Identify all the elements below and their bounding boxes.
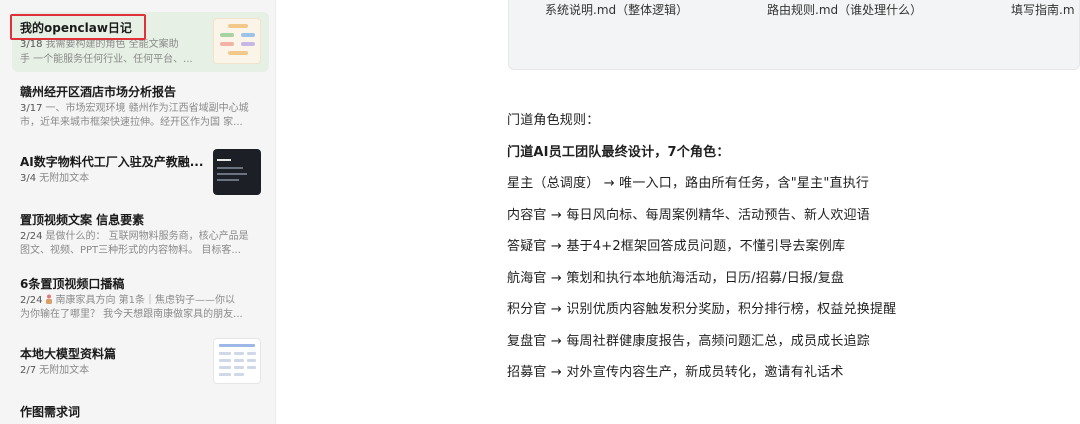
- paragraph-role-recruit: 招募官 → 对外宣传内容生产，新成员转化，邀请有礼话术: [507, 365, 844, 380]
- note-date: 3/18: [20, 39, 43, 50]
- paragraph-role-xingzhu: 星主（总调度） → 唯一入口，路由所有任务，含"星主"直执行: [507, 176, 870, 191]
- note-editor: 系统说明.md（整体逻辑） 路由规则.md（谁处理什么） 填写指南.m 门道角色…: [276, 0, 1080, 424]
- attachment-guide-doc[interactable]: 填写指南.m: [1011, 1, 1075, 18]
- note-snippet: 3/4 无附加文本: [20, 171, 205, 186]
- table-thumbnail: [213, 338, 261, 384]
- note-snippet: 3/17 一、市场宏观环境 赣州作为江西省域副中心城: [20, 101, 265, 116]
- note-item-pinned-video-copy[interactable]: 置顶视频文案 信息要素 2/24 是做什么的： 互联网物料服务商，核心产品是 图文…: [12, 204, 269, 262]
- note-item-local-llm-resources[interactable]: 本地大模型资料篇 2/7 无附加文本: [12, 332, 269, 392]
- note-date: 2/24: [20, 295, 43, 306]
- note-title: 赣州经开区酒店市场分析报告: [20, 85, 177, 99]
- note-title: 置顶视频文案 信息要素: [20, 213, 145, 227]
- dark-slide-thumbnail: [213, 149, 261, 195]
- notes-app: 我的openclaw日记 3/18 我需要构建的角色 全能文案助 手 一个能服务任…: [0, 0, 1080, 424]
- note-snippet-line2: 市，近年来城市框架快速拉伸。经开区作为国 家...: [20, 117, 243, 128]
- note-item-six-video-scripts[interactable]: 6条置顶视频口播稿 2/24 南康家具方向 第1条｜焦虑钩子——你以 为你输在了哪…: [12, 268, 269, 326]
- paragraph-role-voyage: 航海官 → 策划和执行本地航海活动，日历/招募/日报/复盘: [507, 271, 845, 286]
- note-item-ai-digital-factory[interactable]: AI数字物料代工厂入驻及产教融... 3/4 无附加文本: [12, 140, 269, 202]
- note-item-image-prompts[interactable]: 作图需求词: [12, 396, 269, 424]
- note-snippet: 2/7 无附加文本: [20, 363, 205, 378]
- note-snippet-line2: 图文、视频、PPT三种形式的内容物料。 目标客...: [20, 245, 241, 256]
- note-snippet-text: 我需要构建的角色 全能文案助: [45, 39, 179, 50]
- paragraph-role-review: 复盘官 → 每周社群健康度报告，高频问题汇总，成员成长追踪: [507, 334, 870, 349]
- paragraph-role-points: 积分官 → 识别优质内容触发积分奖励，积分排行榜，权益兑换提醒: [507, 302, 897, 317]
- notes-sidebar: 我的openclaw日记 3/18 我需要构建的角色 全能文案助 手 一个能服务任…: [0, 0, 276, 424]
- note-date: 3/17: [20, 103, 43, 114]
- note-snippet-text: 无附加文本: [39, 365, 90, 376]
- attachment-system-doc[interactable]: 系统说明.md（整体逻辑）: [545, 1, 688, 18]
- note-snippet: 2/24 是做什么的： 互联网物料服务商，核心产品是: [20, 229, 265, 244]
- paragraph-role-content: 内容官 → 每日风向标、每周案例精华、活动预告、新人欢迎语: [507, 208, 870, 223]
- paragraph-role-rules-heading: 门道角色规则：: [507, 113, 600, 128]
- note-snippet-line2: 手 一个能服务任何行业、任何平台、...: [20, 54, 193, 65]
- note-snippet-text: 南康家具方向 第1条｜焦虑钩子——你以: [55, 295, 236, 306]
- paragraph-role-qa: 答疑官 → 基于4+2框架回答成员问题，不懂引导去案例库: [507, 239, 846, 254]
- red-highlight-annotation: [10, 14, 146, 40]
- note-date: 3/4: [20, 173, 37, 184]
- note-snippet-line2: 为你输在了哪里？ 我今天想跟南康做家具的朋友...: [20, 309, 243, 320]
- note-date: 2/24: [20, 231, 43, 242]
- paragraph-team-design: 门道AI员工团队最终设计，7个角色：: [507, 145, 730, 160]
- note-snippet-text: 是做什么的： 互联网物料服务商，核心产品是: [45, 231, 249, 242]
- note-snippet-text: 无附加文本: [39, 173, 90, 184]
- note-date: 2/7: [20, 365, 37, 376]
- note-snippet-text: 一、市场宏观环境 赣州作为江西省域副中心城: [45, 103, 249, 114]
- note-title: 本地大模型资料篇: [20, 347, 117, 361]
- flowchart-thumbnail: [213, 18, 261, 64]
- note-title: AI数字物料代工厂入驻及产教融...: [20, 155, 204, 169]
- note-snippet: 2/24 南康家具方向 第1条｜焦虑钩子——你以: [20, 293, 265, 308]
- attachment-panel: 系统说明.md（整体逻辑） 路由规则.md（谁处理什么） 填写指南.m: [508, 0, 1080, 70]
- note-title: 6条置顶视频口播稿: [20, 277, 125, 291]
- attachment-routing-doc[interactable]: 路由规则.md（谁处理什么）: [767, 1, 922, 18]
- people-icon: [46, 294, 53, 304]
- note-item-ganzhou-hotel-report[interactable]: 赣州经开区酒店市场分析报告 3/17 一、市场宏观环境 赣州作为江西省域副中心城 …: [12, 76, 269, 134]
- note-title: 作图需求词: [20, 405, 81, 419]
